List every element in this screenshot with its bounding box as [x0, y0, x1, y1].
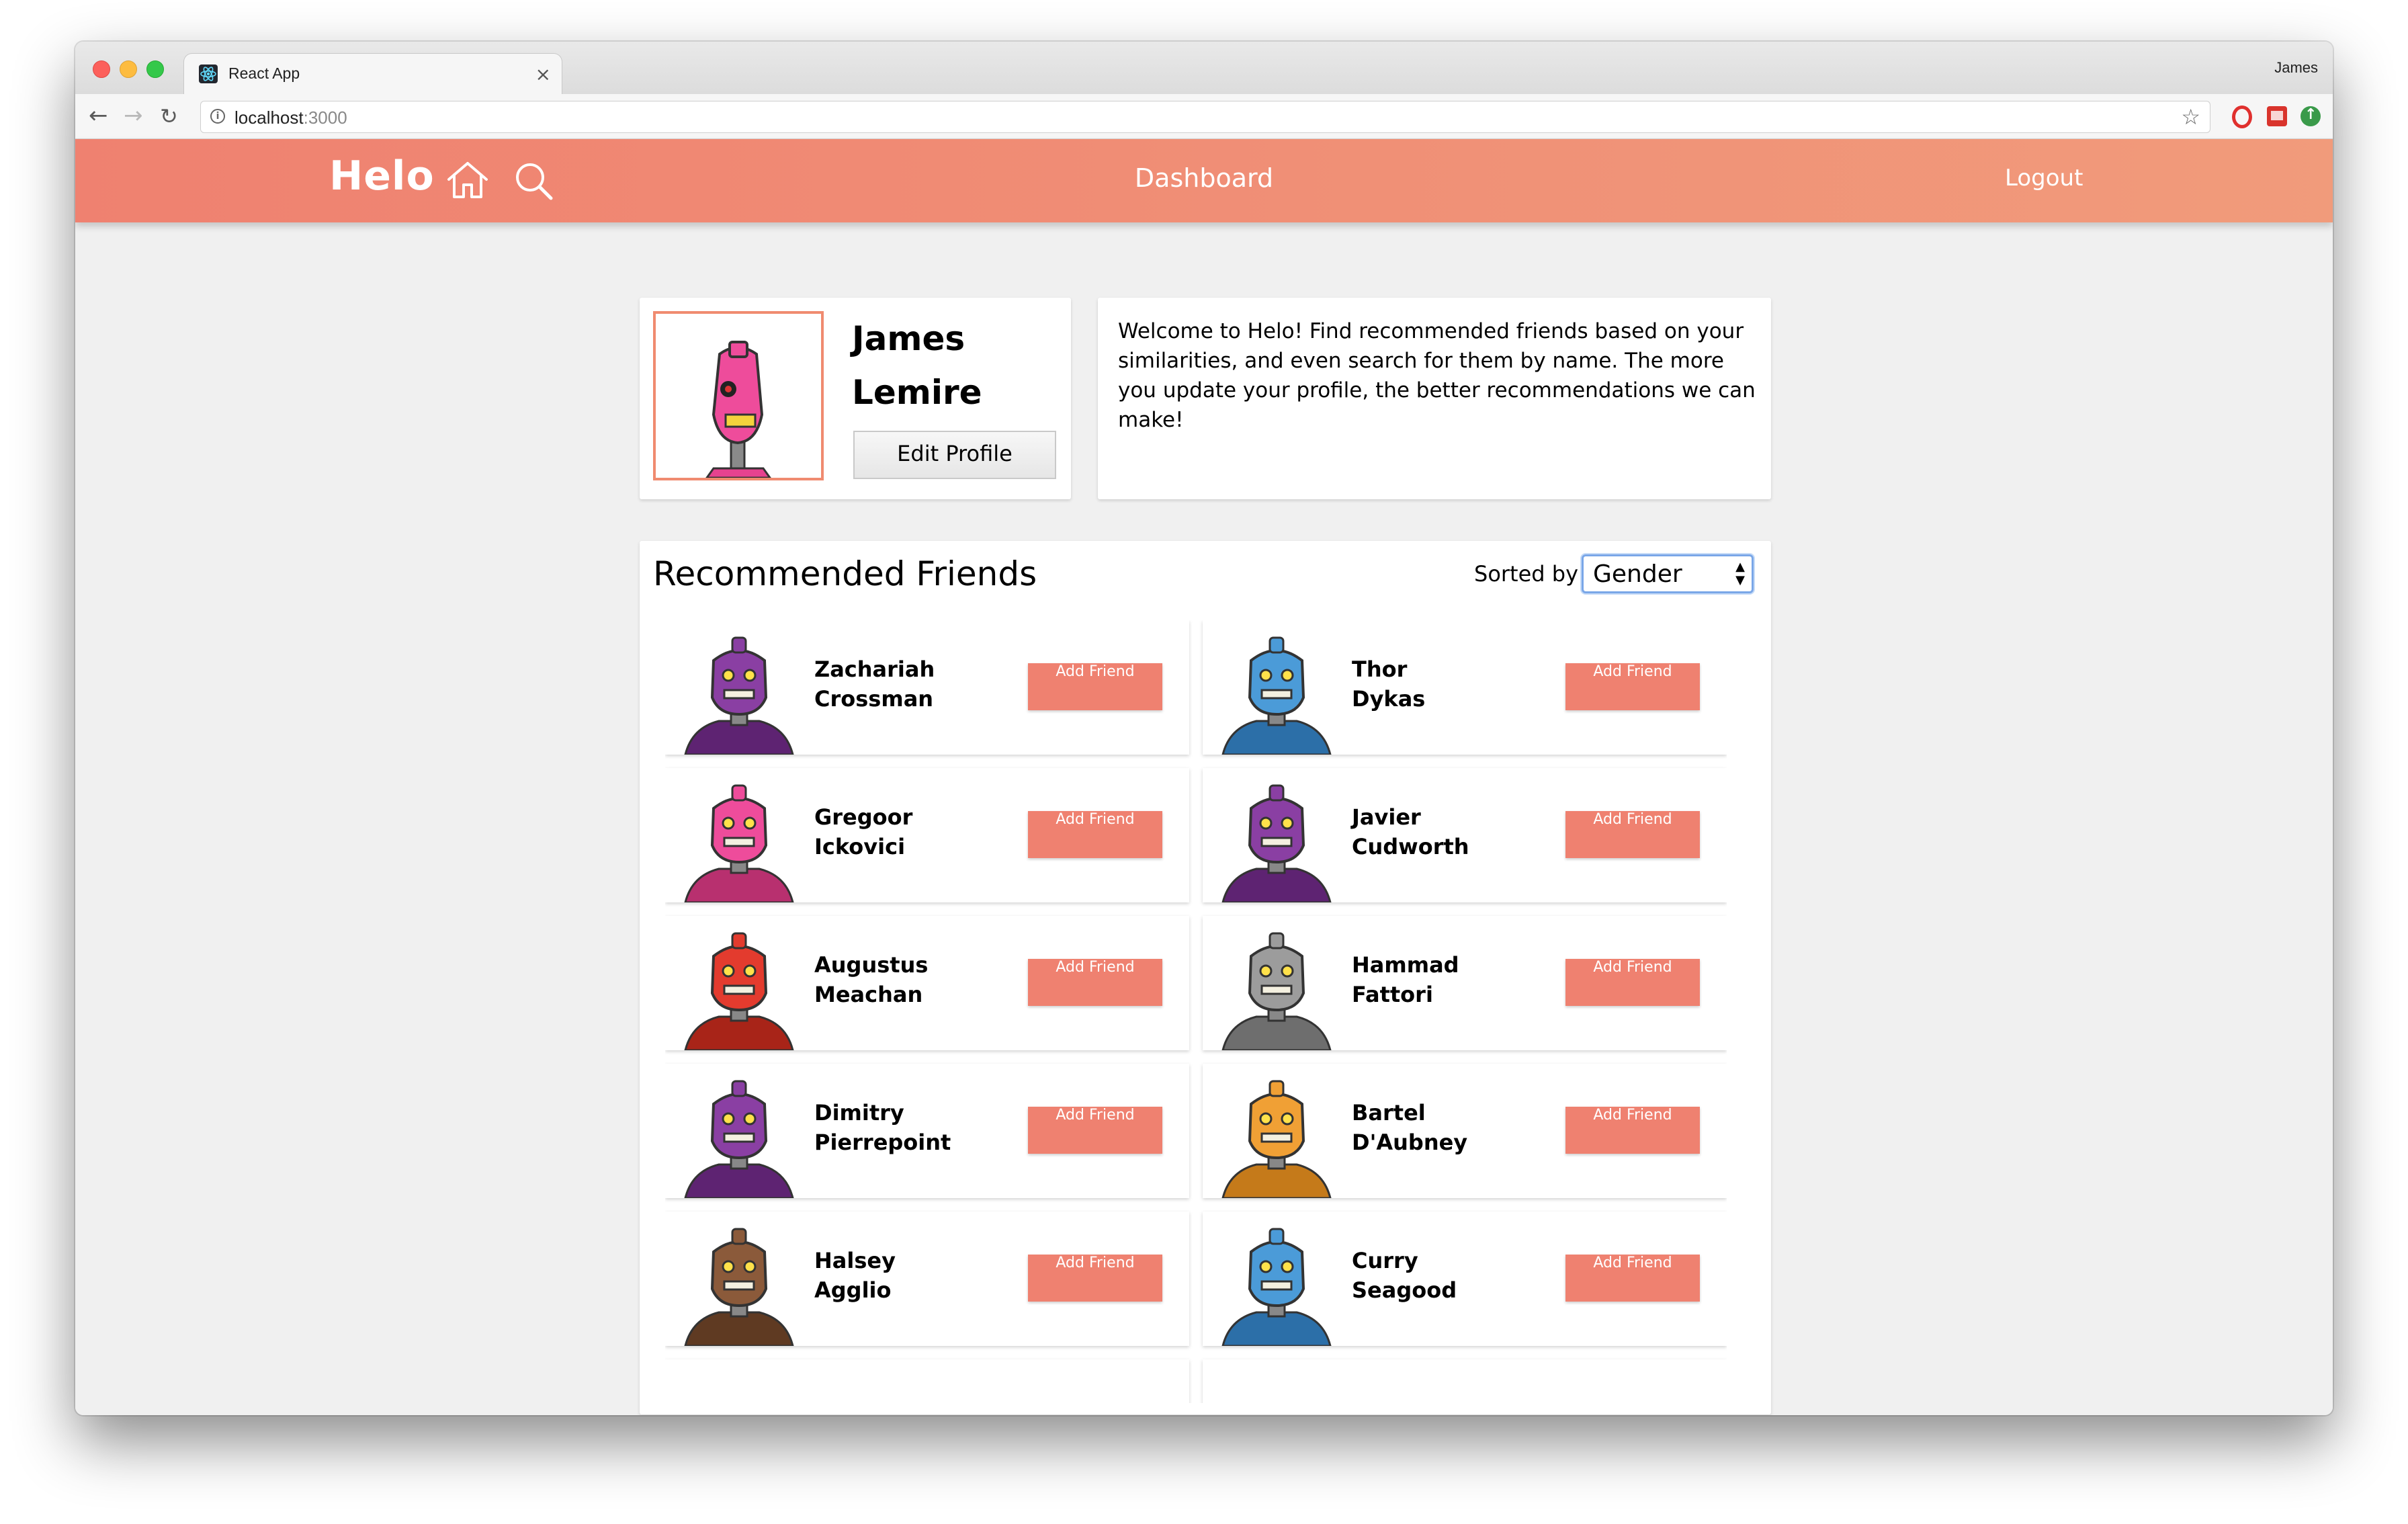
add-friend-button[interactable]: Add Friend	[1028, 663, 1162, 710]
friend-last-name: Meachan	[814, 982, 923, 1007]
profile-card: James Lemire Edit Profile	[640, 298, 1071, 499]
friend-first-name: Zachariah	[814, 657, 935, 682]
welcome-message: Welcome to Helo! Find recommended friend…	[1118, 319, 1756, 432]
tab-strip: React App × James	[75, 42, 2333, 94]
friend-first-name: Halsey	[814, 1248, 896, 1273]
friend-first-name: Curry	[1352, 1248, 1418, 1273]
friend-last-name: Agglio	[814, 1277, 892, 1303]
browser-toolbar: ← → ↻ i localhost:3000 ☆	[75, 94, 2333, 139]
friend-first-name: Augustus	[814, 952, 929, 978]
edit-profile-button[interactable]: Edit Profile	[853, 431, 1056, 479]
friend-last-name: D'Aubney	[1352, 1130, 1468, 1155]
address-bar[interactable]: i localhost:3000 ☆	[200, 101, 2210, 133]
react-favicon-icon	[199, 65, 218, 83]
sort-selected-value: Gender	[1593, 560, 1682, 588]
profile-first-name: James	[852, 319, 965, 358]
friends-grid: Zachariah Crossman Add Friend Thor Dykas Add …	[665, 620, 1727, 1403]
add-friend-button[interactable]: Add Friend	[1565, 663, 1700, 710]
friend-last-name: Crossman	[814, 686, 934, 712]
friend-first-name: Bartel	[1352, 1100, 1426, 1126]
tab-close-icon[interactable]: ×	[535, 63, 551, 85]
add-friend-button[interactable]: Add Friend	[1028, 1255, 1162, 1302]
page-title: Dashboard	[1134, 163, 1274, 193]
friend-card: Dimitry Pierrepoint Add Friend	[665, 1064, 1189, 1198]
url-text[interactable]: localhost:3000	[234, 108, 347, 128]
friend-first-name: Javier	[1352, 804, 1421, 830]
friend-card: Augustus Meachan Add Friend	[665, 916, 1189, 1050]
friend-card-partial	[1203, 1359, 1727, 1403]
zoom-window-button[interactable]	[146, 60, 164, 78]
friend-last-name: Ickovici	[814, 834, 906, 859]
friend-first-name: Thor	[1352, 657, 1408, 682]
browser-window: React App × James ← → ↻ i localhost:3000…	[75, 42, 2333, 1415]
friend-card-partial	[665, 1359, 1189, 1403]
page-viewport: Helo Dashboard Logout James Lemire Edit …	[75, 139, 2333, 1415]
friend-card: Thor Dykas Add Friend	[1203, 620, 1727, 755]
site-info-icon[interactable]: i	[210, 109, 225, 124]
opera-extension-icon[interactable]	[2232, 105, 2252, 128]
forward-arrow-icon[interactable]: →	[124, 102, 143, 129]
profile-last-name: Lemire	[852, 373, 982, 412]
friend-first-name: Hammad	[1352, 952, 1459, 978]
minimize-window-button[interactable]	[120, 60, 137, 78]
sort-label: Sorted by	[1474, 561, 1579, 587]
friend-first-name: Dimitry	[814, 1100, 904, 1126]
sort-select[interactable]: Gender ▲ ▼	[1582, 554, 1754, 593]
friend-card: Halsey Agglio Add Friend	[665, 1212, 1189, 1346]
add-friend-button[interactable]: Add Friend	[1565, 1107, 1700, 1154]
browser-tab[interactable]: React App ×	[184, 54, 562, 94]
friends-section-title: Recommended Friends	[653, 554, 1037, 593]
friend-first-name: Gregoor	[814, 804, 913, 830]
image-extension-icon[interactable]	[2267, 106, 2287, 126]
add-friend-button[interactable]: Add Friend	[1028, 1107, 1162, 1154]
friend-card: Curry Seagood Add Friend	[1203, 1212, 1727, 1346]
friend-last-name: Dykas	[1352, 686, 1426, 712]
friend-last-name: Seagood	[1352, 1277, 1457, 1303]
browser-profile-name[interactable]: James	[2274, 59, 2318, 77]
friend-last-name: Cudworth	[1352, 834, 1469, 859]
welcome-card: Welcome to Helo! Find recommended friend…	[1098, 298, 1771, 499]
friend-last-name: Fattori	[1352, 982, 1433, 1007]
friend-last-name: Pierrepoint	[814, 1130, 951, 1155]
pink-robot-avatar	[705, 341, 772, 479]
back-arrow-icon[interactable]: ←	[89, 102, 108, 129]
friend-card: Hammad Fattori Add Friend	[1203, 916, 1727, 1050]
reload-icon[interactable]: ↻	[160, 103, 178, 129]
close-window-button[interactable]	[93, 60, 110, 78]
select-arrows-icon: ▲ ▼	[1735, 560, 1745, 587]
update-extension-icon[interactable]	[2300, 106, 2321, 126]
add-friend-button[interactable]: Add Friend	[1565, 959, 1700, 1006]
friend-card: Bartel D'Aubney Add Friend	[1203, 1064, 1727, 1198]
logout-link[interactable]: Logout	[2005, 165, 2083, 192]
add-friend-button[interactable]: Add Friend	[1028, 959, 1162, 1006]
friend-card: Gregoor Ickovici Add Friend	[665, 768, 1189, 902]
bookmark-star-icon[interactable]: ☆	[2181, 104, 2200, 130]
tab-title: React App	[228, 65, 300, 82]
recommended-friends-panel: Recommended Friends Sorted by Gender ▲ ▼ …	[640, 541, 1771, 1414]
app-header: Helo Dashboard Logout	[75, 139, 2333, 222]
friend-card: Zachariah Crossman Add Friend	[665, 620, 1189, 755]
add-friend-button[interactable]: Add Friend	[1028, 811, 1162, 858]
friend-card: Javier Cudworth Add Friend	[1203, 768, 1727, 902]
add-friend-button[interactable]: Add Friend	[1565, 1255, 1700, 1302]
profile-avatar	[653, 311, 824, 480]
add-friend-button[interactable]: Add Friend	[1565, 811, 1700, 858]
